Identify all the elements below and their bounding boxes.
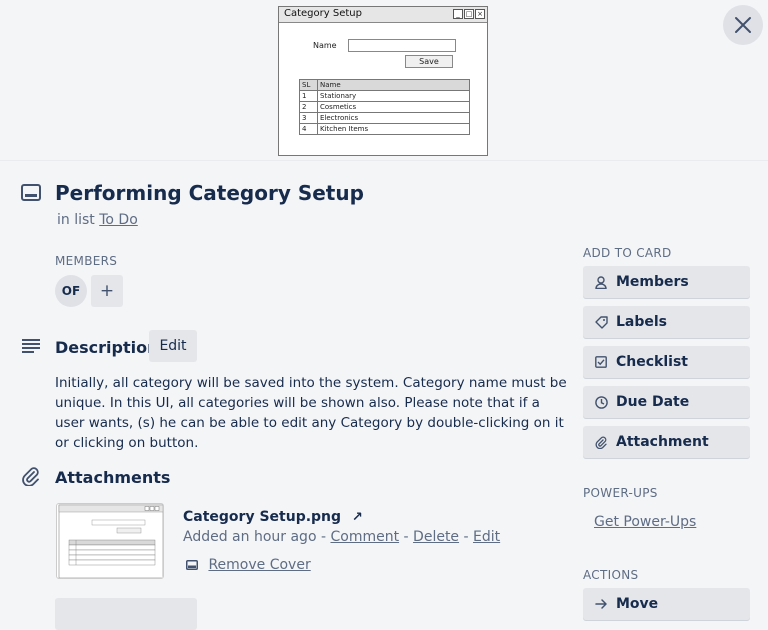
move-button[interactable]: Move — [583, 588, 750, 620]
description-icon — [22, 339, 40, 353]
move-button-label: Move — [616, 596, 659, 612]
edit-link[interactable]: Edit — [473, 529, 500, 545]
mockup-name-input — [348, 39, 456, 52]
mockup-table-row: 4 Kitchen Items — [299, 123, 470, 135]
mockup-cell: 4 — [299, 123, 318, 135]
attachment-button-label: Attachment — [616, 434, 709, 450]
separator: - — [320, 529, 327, 545]
attachment-name[interactable]: Category Setup.png ↗ — [183, 509, 363, 525]
remove-cover-label[interactable]: Remove Cover — [208, 557, 310, 573]
mockup-table: SL Name 1 Stationary 2 Cosmetics 3 Elect… — [299, 79, 470, 135]
mockup-cell: 1 — [299, 90, 318, 102]
checkbox-icon — [594, 355, 608, 369]
separator: - — [403, 529, 409, 545]
labels-button[interactable]: Labels — [583, 306, 750, 338]
minimize-icon: _ — [453, 9, 463, 19]
add-attachment-button[interactable] — [55, 598, 197, 630]
mockup-titlebar: Category Setup _ □ × — [279, 7, 487, 23]
labels-button-label: Labels — [616, 314, 668, 330]
mockup-table-row: 2 Cosmetics — [299, 101, 470, 113]
checklist-button-label: Checklist — [616, 354, 688, 370]
attachment-meta: Added an hour ago - Comment - Delete - E… — [183, 529, 500, 545]
close-icon: × — [475, 9, 485, 19]
card-icon — [21, 184, 41, 201]
external-link-icon[interactable]: ↗ — [352, 510, 363, 525]
get-power-ups-link[interactable]: Get Power-Ups — [594, 514, 696, 530]
tag-icon — [594, 315, 608, 329]
mockup-header-sl: SL — [299, 79, 318, 91]
delete-link[interactable]: Delete — [413, 529, 459, 545]
mockup-cell: Electronics — [317, 112, 470, 124]
mockup-cell: Stationary — [317, 90, 470, 102]
thumbnail-image — [58, 504, 163, 578]
edit-description-button[interactable]: Edit — [149, 330, 197, 362]
mockup-table-row: 3 Electronics — [299, 112, 470, 124]
mockup-window-controls: _ □ × — [453, 9, 485, 19]
add-member-button[interactable]: + — [91, 275, 123, 307]
comment-link[interactable]: Comment — [330, 529, 399, 545]
description-heading: Description — [55, 338, 159, 357]
mockup-save-button: Save — [405, 55, 453, 68]
close-dialog-button[interactable] — [723, 5, 763, 45]
mockup-window-title: Category Setup — [284, 8, 362, 19]
mockup-cell: 3 — [299, 112, 318, 124]
avatar[interactable]: OF — [55, 275, 87, 307]
list-link[interactable]: To Do — [99, 212, 138, 228]
mockup-table-row: 1 Stationary — [299, 90, 470, 102]
members-button[interactable]: Members — [583, 266, 750, 298]
mockup-cell: Cosmetics — [317, 101, 470, 113]
mockup-header-name: Name — [317, 79, 470, 91]
due-date-button-label: Due Date — [616, 394, 690, 410]
clock-icon — [594, 395, 608, 409]
members-button-label: Members — [616, 274, 689, 290]
remove-cover-button[interactable]: Remove Cover — [186, 557, 311, 573]
checklist-button[interactable]: Checklist — [583, 346, 750, 378]
cover-image[interactable]: Category Setup _ □ × Name Save SL Name 1… — [278, 6, 488, 156]
separator: - — [463, 529, 469, 545]
mockup-cell: Kitchen Items — [317, 123, 470, 135]
in-list-prefix: in list — [57, 212, 95, 228]
paperclip-icon — [594, 435, 608, 449]
description-text[interactable]: Initially, all category will be saved in… — [55, 373, 570, 453]
mockup-cell: 2 — [299, 101, 318, 113]
actions-label: ACTIONS — [583, 568, 639, 582]
attachment-button[interactable]: Attachment — [583, 426, 750, 458]
members-label: MEMBERS — [55, 254, 118, 268]
paperclip-icon — [22, 467, 39, 486]
add-to-card-label: ADD TO CARD — [583, 246, 672, 260]
power-ups-label: POWER-UPS — [583, 486, 658, 500]
card-cover-icon — [186, 560, 198, 570]
attachment-thumbnail[interactable] — [56, 503, 164, 579]
list-reference: in list To Do — [57, 212, 138, 228]
attachments-heading: Attachments — [55, 468, 171, 487]
maximize-icon: □ — [464, 9, 474, 19]
mockup-name-label: Name — [313, 41, 337, 50]
attachment-added-time: Added an hour ago — [183, 529, 317, 545]
card-title[interactable]: Performing Category Setup — [55, 181, 364, 205]
due-date-button[interactable]: Due Date — [583, 386, 750, 418]
mockup-table-header: SL Name — [299, 79, 470, 91]
close-icon — [735, 17, 751, 33]
person-icon — [594, 275, 608, 289]
attachment-file-name[interactable]: Category Setup.png — [183, 509, 341, 525]
